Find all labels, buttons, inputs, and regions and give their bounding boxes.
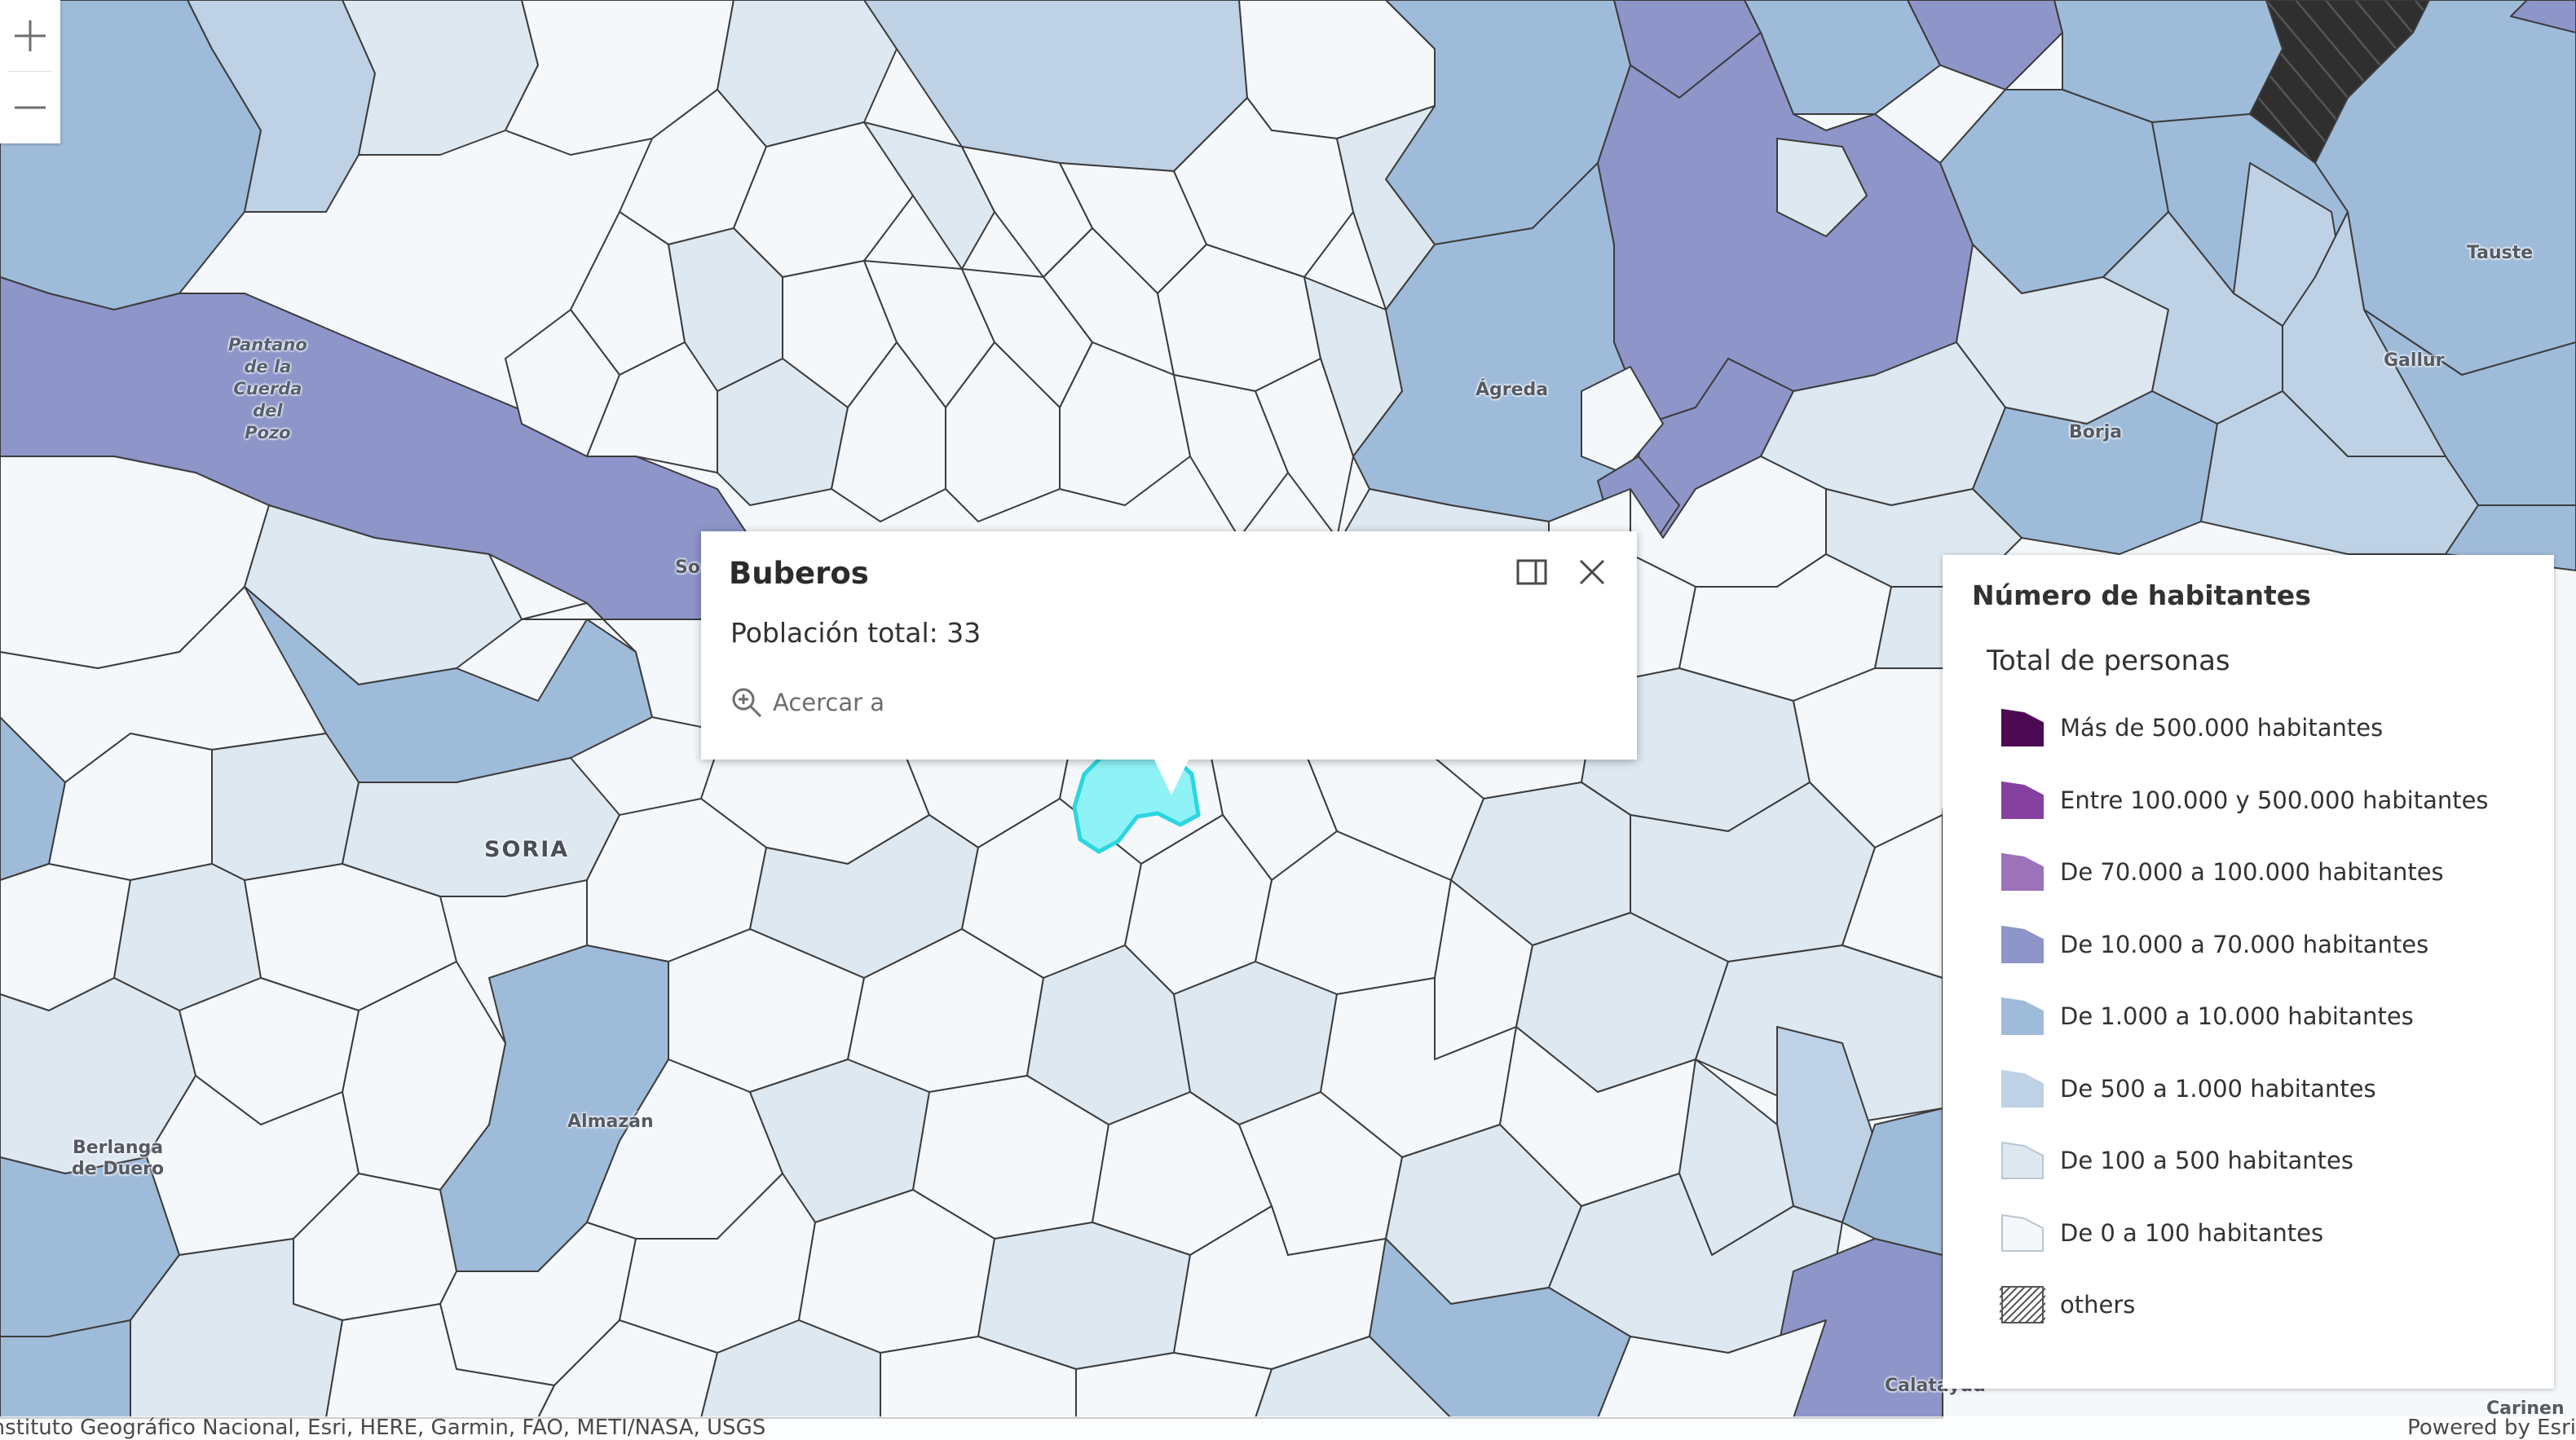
powered-by-esri[interactable]: Powered by Esri xyxy=(2407,1416,2576,1440)
legend-item: De 1.000 a 10.000 habitantes xyxy=(2000,992,2414,1041)
zoom-in-button[interactable] xyxy=(0,0,60,71)
popup-zoom-to-button[interactable]: Acercar a xyxy=(730,686,884,719)
zoom-out-button[interactable] xyxy=(0,72,60,143)
popup-title: Buberos xyxy=(729,556,869,591)
map-label-agreda: Ágreda xyxy=(1475,380,1549,400)
legend-item-label: De 70.000 a 100.000 habitantes xyxy=(2060,858,2444,886)
map-label-borja: Borja xyxy=(2069,422,2123,443)
plus-icon xyxy=(15,20,46,51)
legend-item: De 0 a 100 habitantes xyxy=(2000,1209,2323,1257)
legend-item-label: others xyxy=(2060,1291,2136,1319)
popup-close-button[interactable] xyxy=(1577,557,1607,590)
popup-dock-button[interactable] xyxy=(1516,559,1547,588)
map-label-almazan: Almazán xyxy=(567,1112,654,1132)
map-label-pantano: Pantano de la Cuerda del Pozo xyxy=(228,335,307,443)
minus-icon xyxy=(15,106,46,108)
legend-swatch xyxy=(2001,925,2044,963)
legend-swatch xyxy=(2001,1069,2044,1108)
dock-icon xyxy=(1516,559,1547,585)
legend-subtitle: Total de personas xyxy=(1987,645,2230,677)
legend-item: De 10.000 a 70.000 habitantes xyxy=(2000,920,2428,969)
legend-item: De 500 a 1.000 habitantes xyxy=(2000,1064,2376,1113)
attribution-sources: Instituto Geográfico Nacional, Esri, HER… xyxy=(0,1416,766,1440)
attribution-bar: Instituto Geográfico Nacional, Esri, HER… xyxy=(0,1416,2576,1440)
legend-item: Más de 500.000 habitantes xyxy=(2000,703,2383,752)
legend-item-label: De 100 a 500 habitantes xyxy=(2060,1147,2353,1174)
close-icon xyxy=(1579,559,1605,585)
legend-swatch xyxy=(2001,1213,2044,1252)
legend-title: Número de habitantes xyxy=(1972,579,2311,611)
map-label-so-partial: So xyxy=(675,557,700,578)
legend-item-label: Entre 100.000 y 500.000 habitantes xyxy=(2060,786,2489,814)
map-label-tauste: Tauste xyxy=(2467,243,2534,263)
legend-swatch xyxy=(2000,1286,2045,1323)
zoom-in-magnifier-icon xyxy=(732,688,762,718)
popup-zoom-to-label: Acercar a xyxy=(773,689,885,716)
legend-swatch xyxy=(2001,708,2044,746)
legend-item: Entre 100.000 y 500.000 habitantes xyxy=(2000,776,2489,825)
legend-swatch xyxy=(2001,997,2044,1035)
legend-item: De 100 a 500 habitantes xyxy=(2000,1136,2353,1185)
map-label-berlanga: Berlanga de Duero xyxy=(72,1138,165,1179)
attribution-text[interactable]: Instituto Geográfico Nacional, Esri, HER… xyxy=(0,1416,864,1440)
popup-population-text: Población total: 33 xyxy=(730,617,981,649)
legend-item: others xyxy=(2000,1280,2135,1329)
zoom-control xyxy=(0,0,60,143)
legend-item-label: De 500 a 1.000 habitantes xyxy=(2060,1074,2376,1103)
legend-panel: Número de habitantes Total de personas M… xyxy=(1943,555,2554,1389)
legend-item-label: De 0 a 100 habitantes xyxy=(2060,1218,2324,1247)
legend-swatch xyxy=(2001,781,2044,819)
map-label-soria: SORIA xyxy=(484,837,570,862)
legend-item-label: De 10.000 a 70.000 habitantes xyxy=(2060,930,2429,958)
feature-popup: Buberos Población total: 33 Acercar a xyxy=(701,531,1637,795)
legend-item-label: De 1.000 a 10.000 habitantes xyxy=(2060,1002,2414,1030)
map-label-gallur: Gallur xyxy=(2384,350,2445,371)
popup-pointer xyxy=(1153,758,1189,795)
legend-swatch xyxy=(2001,1141,2044,1179)
legend-item-label: Más de 500.000 habitantes xyxy=(2060,714,2384,742)
legend-item: De 70.000 a 100.000 habitantes xyxy=(2000,848,2444,896)
legend-swatch xyxy=(2001,852,2044,891)
